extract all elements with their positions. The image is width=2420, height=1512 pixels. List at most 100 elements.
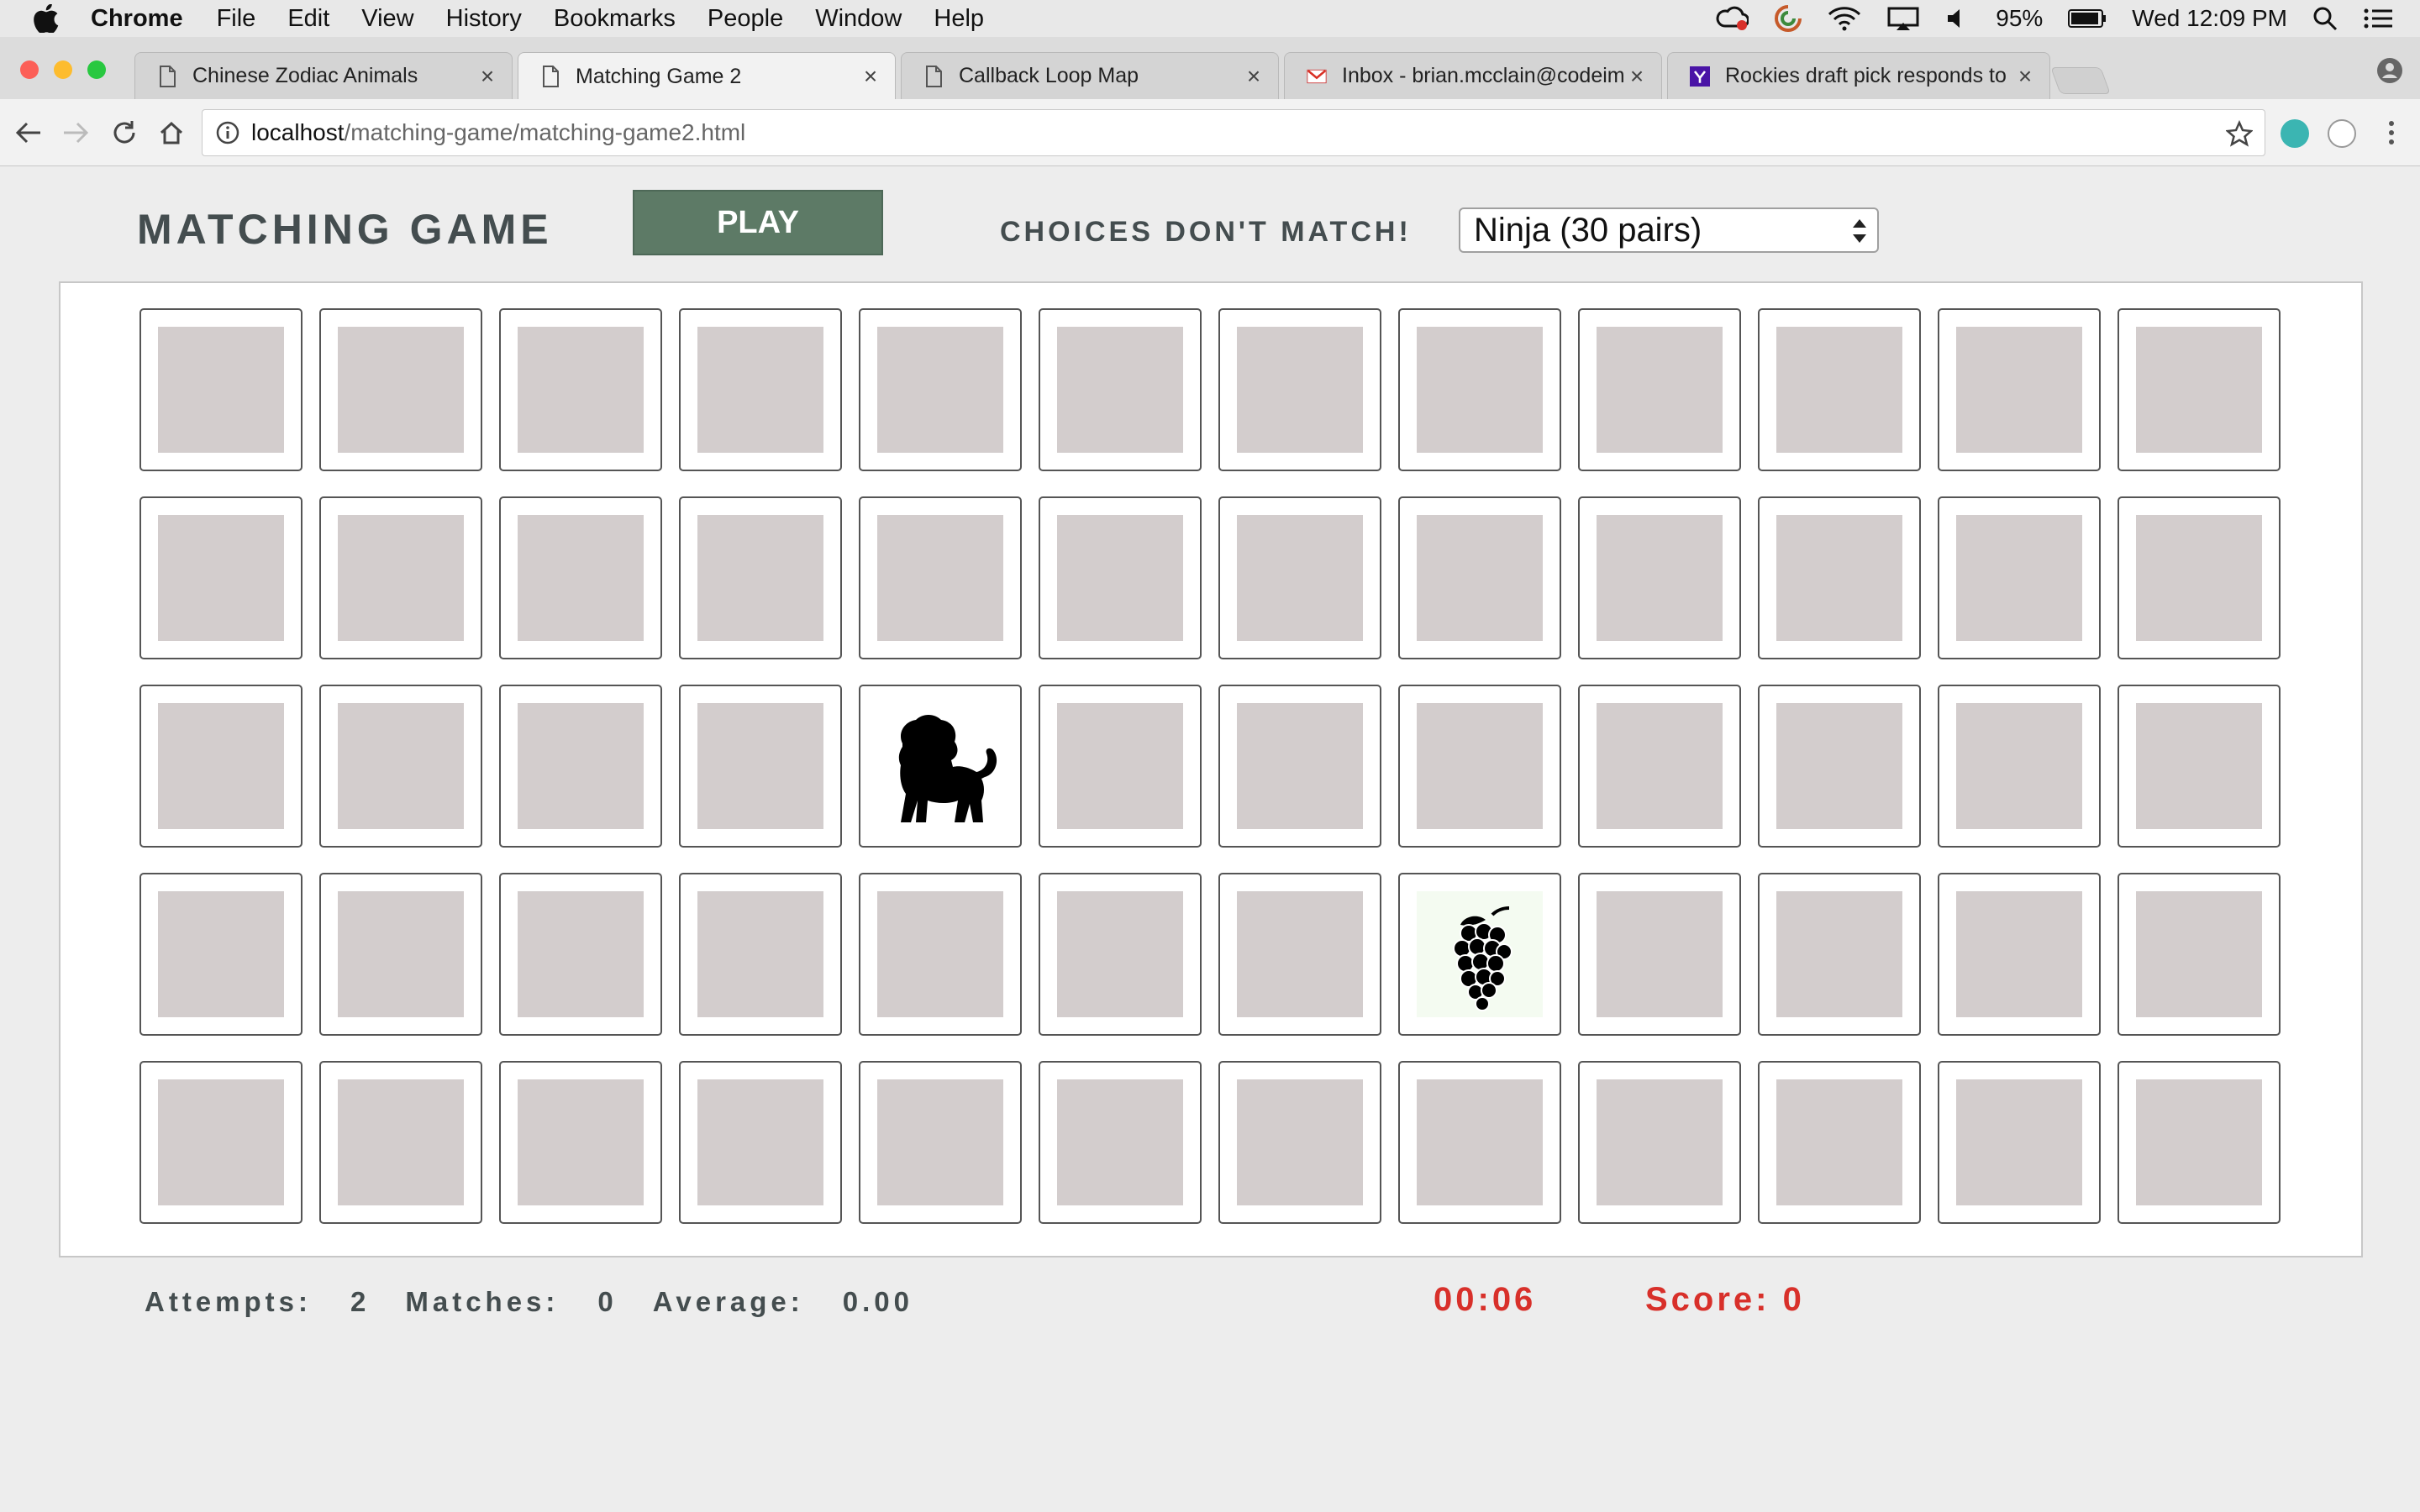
game-card[interactable] — [1578, 1061, 1741, 1224]
creative-cloud-icon[interactable] — [1715, 6, 1749, 31]
game-card[interactable] — [1398, 308, 1561, 471]
game-card[interactable] — [1578, 685, 1741, 848]
game-card[interactable] — [2118, 685, 2281, 848]
menu-file[interactable]: File — [217, 5, 256, 33]
play-button[interactable]: PLAY — [633, 190, 883, 255]
game-card[interactable] — [1039, 685, 1202, 848]
game-card[interactable] — [1398, 1061, 1561, 1224]
back-arrow-icon[interactable] — [12, 116, 45, 150]
difficulty-select[interactable]: Ninja (30 pairs) — [1459, 207, 1879, 253]
extension-icon[interactable] — [2281, 119, 2309, 148]
game-card[interactable] — [1938, 1061, 2101, 1224]
game-card[interactable] — [2118, 873, 2281, 1036]
reload-icon[interactable] — [108, 116, 141, 150]
game-card[interactable] — [859, 1061, 1022, 1224]
spotlight-search-icon[interactable] — [2312, 6, 2338, 31]
profile-icon[interactable] — [2376, 57, 2403, 84]
game-card[interactable] — [139, 685, 302, 848]
game-card[interactable] — [1398, 496, 1561, 659]
game-card[interactable] — [859, 685, 1022, 848]
battery-icon[interactable] — [2068, 8, 2107, 29]
game-card[interactable] — [1758, 496, 1921, 659]
game-card[interactable] — [1938, 308, 2101, 471]
home-icon[interactable] — [155, 116, 188, 150]
window-minimize-button[interactable] — [54, 60, 72, 79]
tab-callback-loop-map[interactable]: Callback Loop Map × — [901, 52, 1279, 99]
apple-logo-icon[interactable] — [34, 4, 64, 33]
window-close-button[interactable] — [20, 60, 39, 79]
game-card[interactable] — [2118, 308, 2281, 471]
game-card[interactable] — [139, 496, 302, 659]
game-card[interactable] — [1039, 496, 1202, 659]
sync-app-icon[interactable] — [1774, 4, 1802, 33]
notification-center-icon[interactable] — [2363, 6, 2393, 31]
game-card[interactable] — [679, 1061, 842, 1224]
new-tab-button[interactable] — [2050, 67, 2111, 94]
game-card[interactable] — [1758, 685, 1921, 848]
game-card[interactable] — [1218, 1061, 1381, 1224]
game-card[interactable] — [1938, 873, 2101, 1036]
window-zoom-button[interactable] — [87, 60, 106, 79]
chrome-menu-icon[interactable] — [2375, 116, 2408, 150]
game-card[interactable] — [1398, 873, 1561, 1036]
menu-people[interactable]: People — [708, 5, 783, 33]
game-card[interactable] — [139, 308, 302, 471]
menu-window[interactable]: Window — [815, 5, 902, 33]
game-card[interactable] — [319, 496, 482, 659]
game-card[interactable] — [499, 308, 662, 471]
game-card[interactable] — [1578, 496, 1741, 659]
tab-gmail-inbox[interactable]: Inbox - brian.mcclain@codeim × — [1284, 52, 1662, 99]
game-card[interactable] — [1398, 685, 1561, 848]
menu-view[interactable]: View — [361, 5, 413, 33]
game-card[interactable] — [2118, 1061, 2281, 1224]
menu-app-name[interactable]: Chrome — [91, 5, 183, 33]
tab-close-icon[interactable]: × — [475, 63, 500, 90]
menu-edit[interactable]: Edit — [287, 5, 329, 33]
menu-bookmarks[interactable]: Bookmarks — [554, 5, 676, 33]
game-card[interactable] — [1758, 308, 1921, 471]
tab-chinese-zodiac-animals[interactable]: Chinese Zodiac Animals × — [134, 52, 513, 99]
game-card[interactable] — [1039, 1061, 1202, 1224]
game-card[interactable] — [319, 308, 482, 471]
volume-icon[interactable] — [1945, 6, 1970, 31]
game-card[interactable] — [859, 873, 1022, 1036]
game-card[interactable] — [139, 1061, 302, 1224]
wifi-icon[interactable] — [1828, 6, 1861, 31]
game-card[interactable] — [1218, 873, 1381, 1036]
game-card[interactable] — [1218, 308, 1381, 471]
game-card[interactable] — [1758, 1061, 1921, 1224]
game-card[interactable] — [319, 685, 482, 848]
game-card[interactable] — [499, 496, 662, 659]
game-card[interactable] — [2118, 496, 2281, 659]
game-card[interactable] — [679, 496, 842, 659]
game-card[interactable] — [499, 1061, 662, 1224]
game-card[interactable] — [1578, 308, 1741, 471]
game-card[interactable] — [1039, 873, 1202, 1036]
tab-close-icon[interactable]: × — [1241, 63, 1266, 90]
game-card[interactable] — [319, 1061, 482, 1224]
game-card[interactable] — [319, 873, 482, 1036]
tab-close-icon[interactable]: × — [858, 63, 883, 90]
menubar-clock[interactable]: Wed 12:09 PM — [2132, 5, 2287, 32]
game-card[interactable] — [679, 308, 842, 471]
game-card[interactable] — [1218, 685, 1381, 848]
menu-history[interactable]: History — [446, 5, 522, 33]
forward-arrow-icon[interactable] — [59, 116, 92, 150]
bookmark-star-icon[interactable] — [2226, 120, 2253, 147]
game-card[interactable] — [859, 308, 1022, 471]
game-card[interactable] — [679, 873, 842, 1036]
tab-yahoo-rockies[interactable]: Rockies draft pick responds to × — [1667, 52, 2050, 99]
site-info-icon[interactable] — [216, 121, 239, 144]
tab-close-icon[interactable]: × — [1624, 63, 1649, 90]
tab-close-icon[interactable]: × — [2012, 63, 2038, 90]
game-card[interactable] — [1039, 308, 1202, 471]
game-card[interactable] — [499, 685, 662, 848]
extension-icon[interactable] — [2328, 119, 2356, 148]
address-bar[interactable]: localhost/matching-game/matching-game2.h… — [202, 109, 2265, 156]
game-card[interactable] — [499, 873, 662, 1036]
game-card[interactable] — [1218, 496, 1381, 659]
game-card[interactable] — [1758, 873, 1921, 1036]
tab-matching-game-2[interactable]: Matching Game 2 × — [518, 52, 896, 100]
menu-help[interactable]: Help — [934, 5, 984, 33]
game-card[interactable] — [1578, 873, 1741, 1036]
